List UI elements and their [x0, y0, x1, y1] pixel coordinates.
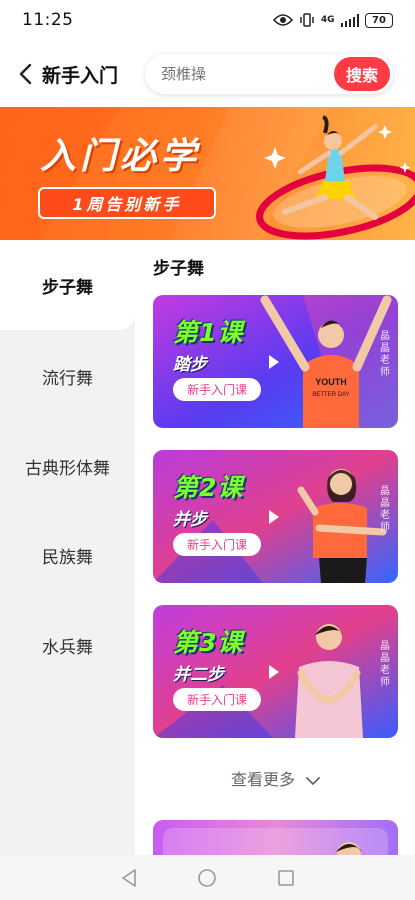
header: 新手入门 搜索 [0, 48, 415, 100]
back-button[interactable] [14, 54, 36, 94]
triangle-back-icon [122, 868, 136, 887]
course-card[interactable]: 第3课 并二步 新手入门课 晶晶老师 [153, 605, 398, 738]
banner-title: 入门必学 [40, 136, 201, 177]
status-bar: 11:25 4G 70 [0, 0, 415, 40]
course-badge: 新手入门课 [173, 533, 261, 556]
sidebar-item-gu-dian-xing-ti-wu[interactable]: 古典形体舞 [0, 454, 135, 479]
page-title: 新手入门 [42, 64, 119, 87]
play-icon [269, 665, 279, 679]
course-lesson-number: 第3课 [173, 628, 244, 657]
chevron-down-icon [306, 776, 320, 785]
sidebar-item-shui-bing-wu[interactable]: 水兵舞 [0, 633, 135, 658]
eye-icon [272, 14, 293, 26]
see-more-label: 查看更多 [230, 770, 295, 789]
teacher-name: 晶晶老师 [380, 486, 390, 533]
app-screen: 11:25 4G 70 新手入门 颈椎操 搜索 入门必学 1周告别新手 步子舞 … [0, 0, 415, 900]
circle-home-icon [198, 868, 217, 887]
course-badge: 新手入门课 [173, 688, 261, 711]
square-recents-icon [278, 869, 294, 886]
banner-tagline: 1周告别新手 [38, 187, 216, 219]
banner[interactable]: 入门必学 1周告别新手 [0, 107, 415, 240]
course-lesson-number: 第2课 [173, 473, 244, 502]
system-navigation-bar [0, 855, 415, 900]
status-time: 11:25 [22, 10, 74, 30]
svg-text:YOUTH: YOUTH [315, 377, 347, 387]
search-button[interactable]: 搜索 [334, 57, 390, 91]
battery-icon: 70 [365, 12, 393, 28]
course-step-name: 并二步 [173, 665, 224, 685]
status-icons: 4G 70 [272, 12, 393, 28]
see-more-button[interactable]: 查看更多 [153, 766, 398, 790]
vibrate-icon [300, 13, 314, 27]
battery-level: 70 [372, 14, 386, 26]
course-card[interactable]: 第2课 并步 新手入门课 晶晶老师 [153, 450, 398, 583]
teacher-name: 晶晶老师 [380, 331, 390, 378]
search-input[interactable] [161, 65, 331, 83]
dancer-illustration [256, 115, 415, 240]
signal-icon [340, 13, 359, 27]
nav-home-button[interactable] [196, 867, 218, 889]
teacher-name: 晶晶老师 [380, 641, 390, 688]
play-icon [269, 510, 279, 524]
nav-recents-button[interactable] [275, 867, 297, 889]
search-box[interactable]: 搜索 [145, 54, 393, 94]
section-title: 步子舞 [153, 259, 204, 279]
sidebar-item-min-zu-wu[interactable]: 民族舞 [0, 543, 135, 568]
play-icon [269, 355, 279, 369]
course-step-name: 并步 [173, 510, 207, 530]
network-type: 4G [320, 15, 335, 25]
svg-text:BETTER DAY: BETTER DAY [312, 392, 349, 398]
course-badge: 新手入门课 [173, 378, 261, 401]
back-arrow-icon [19, 63, 32, 85]
sidebar-item-bu-zi-wu[interactable]: 步子舞 [0, 273, 135, 298]
nav-back-button[interactable] [118, 867, 140, 889]
sidebar-item-liu-xing-wu[interactable]: 流行舞 [0, 364, 135, 389]
course-lesson-number: 第1课 [173, 318, 244, 347]
course-step-name: 踏步 [173, 355, 207, 375]
course-card[interactable]: YOUTH BETTER DAY 第1课 踏步 新手入门课 晶晶老师 [153, 295, 398, 428]
